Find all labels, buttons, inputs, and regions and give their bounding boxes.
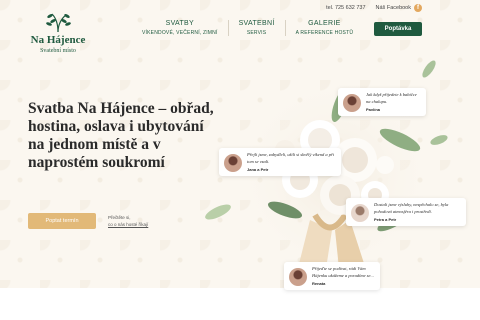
avatar bbox=[351, 204, 369, 222]
hero-title: Svatba Na Hájence – obřad, hostina, osla… bbox=[28, 100, 214, 171]
logo-tagline: Svatební místo bbox=[40, 48, 76, 54]
nav-title: GALERIE bbox=[308, 20, 341, 27]
review-author: Petra a Petr bbox=[374, 217, 397, 222]
reviews-link-line2: co o nás hosté říkají bbox=[108, 222, 149, 227]
review-text: Přijeďte se podívat, rádi Vám Hájenku uk… bbox=[312, 266, 374, 278]
review-text: Přejli jsme, zabydleli, užili si skvělý … bbox=[247, 152, 334, 164]
poptavka-button[interactable]: Poptávka bbox=[374, 22, 422, 36]
leaf-decoration-icon bbox=[205, 204, 231, 220]
logo-title: Na Hájence bbox=[30, 34, 86, 46]
review-text: Jak když přijedete k babičce na chalupu. bbox=[366, 92, 417, 104]
reviews-link-line1: Přečtěte si, bbox=[108, 215, 131, 220]
facebook-label: Náš Facebook bbox=[375, 5, 411, 11]
nav-subtitle: VÍKENDOVÉ, VEČERNÍ, ZIMNÍ bbox=[142, 30, 218, 36]
review-author: Jana a Petr bbox=[247, 167, 269, 172]
review-card: Jak když přijedete k babičce na chalupu.… bbox=[338, 88, 426, 116]
review-card: Přijeďte se podívat, rádi Vám Hájenku uk… bbox=[284, 262, 380, 290]
review-card: Přejli jsme, zabydleli, užili si skvělý … bbox=[219, 148, 341, 176]
review-author: Renata bbox=[312, 281, 326, 286]
nav-item-svatebni-servis[interactable]: SVATEBNÍ SERVIS bbox=[227, 20, 285, 36]
bottom-band bbox=[0, 288, 480, 320]
avatar bbox=[289, 268, 307, 286]
topbar: tel. 725 632 737 Náš Facebook f bbox=[326, 4, 422, 12]
review-card: Dostali jsme výsluhy, nespěchalo se, byl… bbox=[346, 198, 466, 226]
nav-item-galerie[interactable]: GALERIE A REFERENCE HOSTŮ bbox=[284, 20, 364, 36]
facebook-link[interactable]: Náš Facebook f bbox=[376, 4, 422, 12]
reviews-link[interactable]: Přečtěte si, co o nás hosté říkají bbox=[108, 214, 148, 228]
review-text: Dostali jsme výsluhy, nespěchalo se, byl… bbox=[374, 202, 449, 214]
review-author: Pavlína bbox=[366, 107, 381, 112]
avatar bbox=[224, 154, 242, 172]
nav-title: SVATBY bbox=[165, 20, 194, 27]
leaf-logo-icon bbox=[46, 13, 71, 33]
nav-title: SVATEBNÍ bbox=[238, 20, 275, 27]
nav-item-svatby[interactable]: SVATBY VÍKENDOVÉ, VEČERNÍ, ZIMNÍ bbox=[132, 20, 228, 36]
nav-subtitle: A REFERENCE HOSTŮ bbox=[295, 30, 354, 36]
nav-subtitle: SERVIS bbox=[246, 30, 267, 36]
facebook-icon: f bbox=[414, 4, 422, 12]
poptat-termin-button[interactable]: Poptat termín bbox=[28, 213, 96, 229]
avatar bbox=[343, 94, 361, 112]
main-nav: SVATBY VÍKENDOVÉ, VEČERNÍ, ZIMNÍ SVATEBN… bbox=[132, 20, 363, 36]
phone-link[interactable]: tel. 725 632 737 bbox=[326, 5, 365, 11]
